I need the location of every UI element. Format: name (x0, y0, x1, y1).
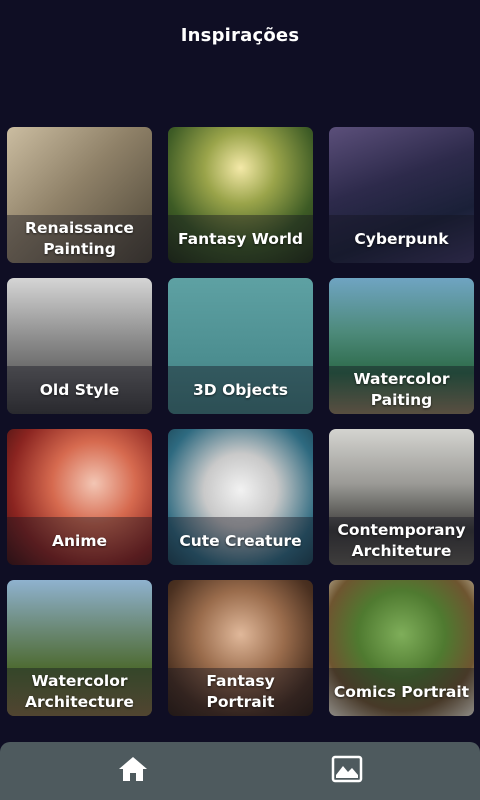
inspiration-grid: Renaissance Painting Fantasy World Cyber… (7, 127, 474, 716)
card-watercolor-paiting[interactable]: Watercolor Paiting (329, 278, 474, 414)
card-label: 3D Objects (193, 380, 288, 399)
card-label: Cute Creature (179, 531, 302, 550)
card-label: Renaissance Painting (25, 219, 134, 258)
nav-gallery-button[interactable] (327, 754, 367, 788)
card-fantasy-world[interactable]: Fantasy World (168, 127, 313, 263)
card-fantasy-portrait[interactable]: Fantasy Portrait (168, 580, 313, 716)
bottom-nav-bar (0, 742, 480, 800)
card-renaissance-painting[interactable]: Renaissance Painting (7, 127, 152, 263)
card-cute-creature[interactable]: Cute Creature (168, 429, 313, 565)
card-3d-objects[interactable]: 3D Objects (168, 278, 313, 414)
image-icon (330, 754, 364, 788)
card-label: Watercolor Paiting (353, 370, 450, 409)
nav-home-button[interactable] (113, 754, 153, 788)
card-watercolor-architecture[interactable]: Watercolor Architecture (7, 580, 152, 716)
page-title: Inspirações (180, 25, 300, 46)
card-label: Comics Portrait (333, 682, 470, 701)
card-anime[interactable]: Anime (7, 429, 152, 565)
card-label: Contemporany Architeture (337, 521, 466, 560)
card-old-style[interactable]: Old Style (7, 278, 152, 414)
card-label: Fantasy World (177, 229, 303, 248)
card-label: Anime (51, 531, 107, 550)
card-cyberpunk[interactable]: Cyberpunk (329, 127, 474, 263)
card-contemporany-architeture[interactable]: Contemporany Architeture (329, 429, 474, 565)
home-icon (117, 754, 149, 788)
card-label: Fantasy Portrait (206, 672, 275, 711)
card-comics-portrait[interactable]: Comics Portrait (329, 580, 474, 716)
card-label: Cyberpunk (354, 229, 449, 248)
card-label: Old Style (39, 380, 120, 399)
card-label: Watercolor Architecture (25, 672, 134, 711)
